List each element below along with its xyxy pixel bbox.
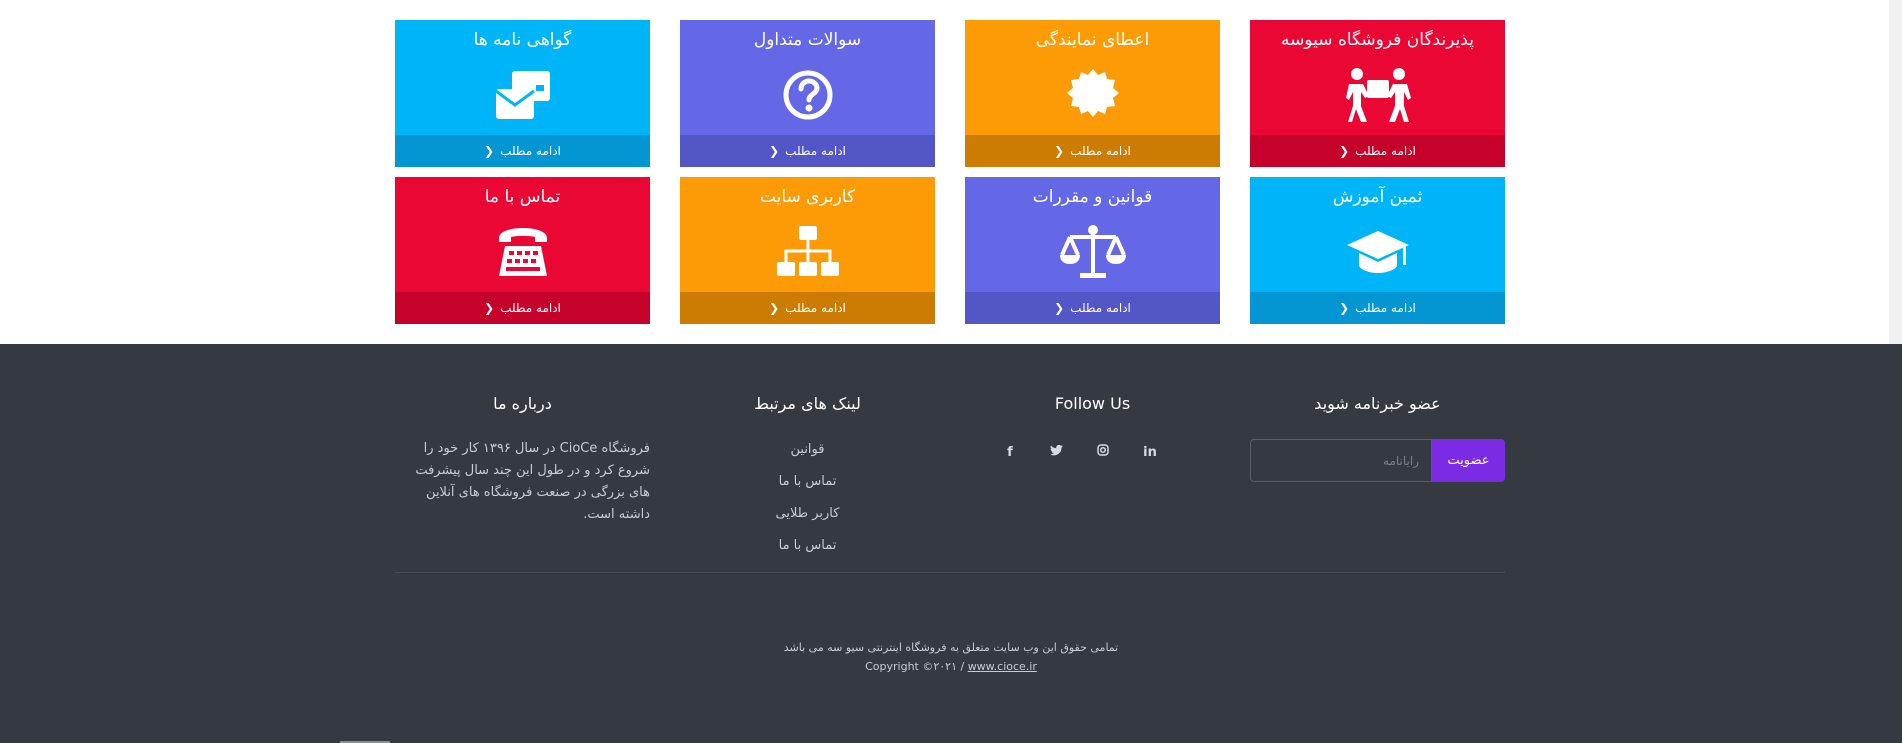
chevron-left-icon: ❮ [769, 301, 780, 315]
card-rules[interactable]: قوانین و مقررات ادامه مطلب ❮ [965, 177, 1220, 324]
read-more-link[interactable]: ادامه مطلب ❮ [680, 292, 935, 324]
newsletter-title: عضو خبرنامه شوید [1314, 394, 1441, 413]
related-links-list: قوانین تماس با ما کاربر طلایی تماس با ما [680, 440, 935, 568]
site-link[interactable]: www.cioce.ir [968, 660, 1037, 673]
card-title: سوالات متداول [753, 30, 862, 50]
chevron-left-icon: ❮ [1054, 301, 1065, 315]
read-more-link[interactable]: ادامه مطلب ❮ [680, 135, 935, 167]
footer-link-gold-user[interactable]: کاربر طلایی [680, 504, 935, 536]
copyright-line: Copyright ©۲۰۲۱ / www.cioce.ir [865, 660, 1037, 673]
footer-divider [395, 572, 1505, 573]
linkedin-icon[interactable]: in [1140, 445, 1160, 460]
chevron-left-icon: ❮ [1339, 144, 1350, 158]
read-more-link[interactable]: ادامه مطلب ❮ [965, 135, 1220, 167]
card-title: ثمین آموزش [1332, 187, 1423, 207]
newsletter-form: عضویت [1250, 439, 1505, 482]
chevron-left-icon: ❮ [484, 301, 495, 315]
telephone-icon [395, 217, 650, 287]
footer-link-rules[interactable]: قوانین [680, 440, 935, 472]
people-carry-icon [1250, 60, 1505, 130]
certificate-badge-icon [965, 60, 1220, 130]
related-links-title: لینک های مرتبط [754, 394, 861, 413]
card-title: اعطای نمایندگی [1035, 30, 1150, 50]
card-sellers[interactable]: پذیرندگان فروشگاه سیوسه ادامه مطلب ❮ [1250, 20, 1505, 167]
follow-us-title: Follow Us [1054, 394, 1131, 413]
chevron-left-icon: ❮ [769, 144, 780, 158]
instagram-icon[interactable] [1093, 444, 1113, 460]
card-title: گواهی نامه ها [473, 30, 572, 50]
card-faq[interactable]: سوالات متداول ادامه مطلب ❮ [680, 20, 935, 167]
card-site-usage[interactable]: کاربری سایت ادامه مطلب ❮ [680, 177, 935, 324]
chevron-left-icon: ❮ [484, 144, 495, 158]
copyright-notice: تمامی حقوق این وب سایت متعلق به فروشگاه … [783, 641, 1119, 654]
footer-link-contact[interactable]: تماس با ما [680, 472, 935, 504]
site-footer: عضو خبرنامه شوید عضویت Follow Us f in لی… [0, 344, 1902, 743]
card-title: قوانین و مقررات [1032, 187, 1153, 207]
email-input[interactable] [1250, 439, 1432, 482]
subscribe-button[interactable]: عضویت [1432, 439, 1505, 482]
chevron-left-icon: ❮ [1339, 301, 1350, 315]
read-more-link[interactable]: ادامه مطلب ❮ [395, 135, 650, 167]
card-contact[interactable]: تماس با ما ادامه مطلب ❮ [395, 177, 650, 324]
twitter-icon[interactable] [1047, 444, 1067, 460]
balance-scale-icon [965, 217, 1220, 287]
read-more-link[interactable]: ادامه مطلب ❮ [395, 292, 650, 324]
read-more-link[interactable]: ادامه مطلب ❮ [965, 292, 1220, 324]
read-more-link[interactable]: ادامه مطلب ❮ [1250, 292, 1505, 324]
card-certificates[interactable]: گواهی نامه ها ادامه مطلب ❮ [395, 20, 650, 167]
social-links: f in [1000, 440, 1160, 464]
card-title: کاربری سایت [759, 187, 856, 207]
read-more-link[interactable]: ادامه مطلب ❮ [1250, 135, 1505, 167]
graduation-cap-icon [1250, 217, 1505, 287]
card-education[interactable]: ثمین آموزش ادامه مطلب ❮ [1250, 177, 1505, 324]
envelopes-icon [395, 60, 650, 130]
about-text: فروشگاه CioCe در سال ۱۳۹۶ کار خود را شرو… [415, 441, 650, 522]
chevron-left-icon: ❮ [1054, 144, 1065, 158]
card-title: پذیرندگان فروشگاه سیوسه [1281, 30, 1474, 50]
question-circle-icon [680, 60, 935, 130]
about-title: درباره ما [493, 394, 552, 413]
card-title: تماس با ما [484, 187, 561, 207]
card-agency[interactable]: اعطای نمایندگی ادامه مطلب ❮ [965, 20, 1220, 167]
footer-link-contact-2[interactable]: تماس با ما [680, 536, 935, 568]
sitemap-icon [680, 217, 935, 287]
category-cards: پذیرندگان فروشگاه سیوسه ادامه مطلب ❮ اعطا… [395, 20, 1505, 340]
facebook-icon[interactable]: f [1000, 445, 1020, 460]
